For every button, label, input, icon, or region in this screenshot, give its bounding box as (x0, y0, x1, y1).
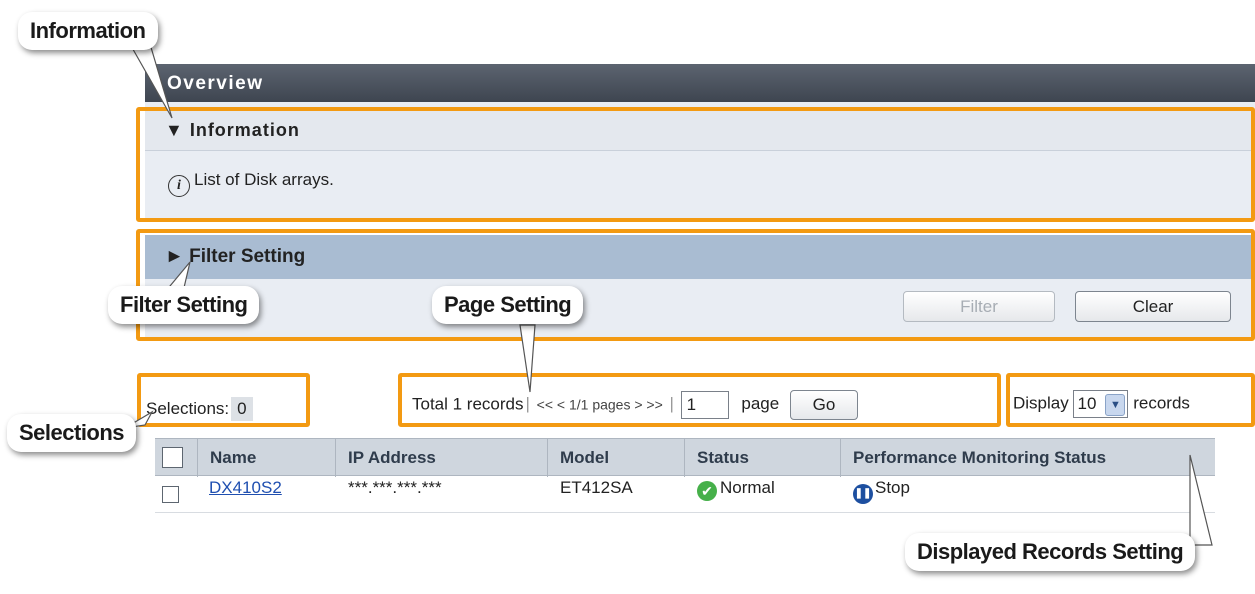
information-callout-pointer (128, 43, 173, 119)
filter-setting-callout: Filter Setting (108, 286, 260, 324)
selections-callout: Selections (7, 414, 137, 452)
displayed-records-callout-pointer (1189, 454, 1213, 546)
page-setting-callout-pointer (519, 324, 536, 393)
information-callout: Information (18, 12, 158, 50)
page-setting-callout: Page Setting (432, 286, 584, 324)
displayed-records-callout: Displayed Records Setting (905, 533, 1196, 571)
